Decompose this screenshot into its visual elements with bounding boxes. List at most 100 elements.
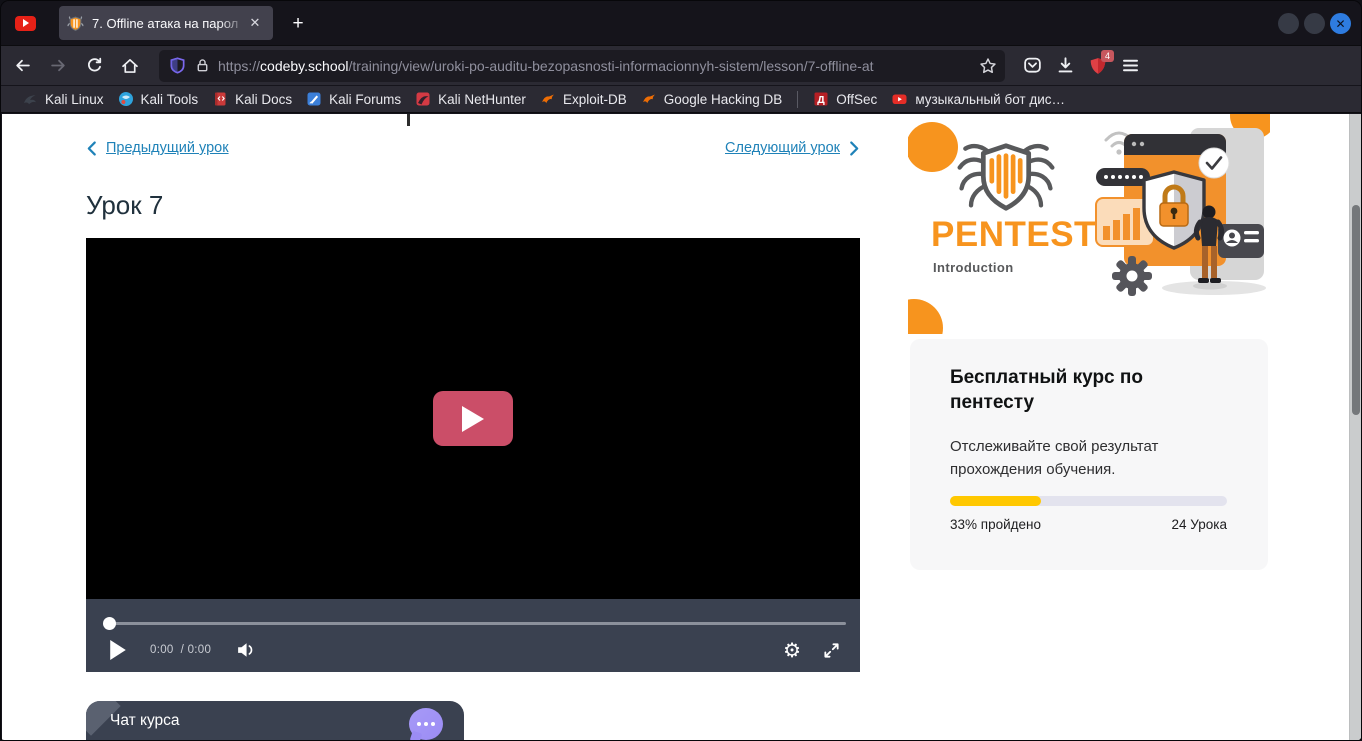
current-time: 0:00 xyxy=(150,644,174,656)
bookmark-label: Kali NetHunter xyxy=(438,92,526,107)
bookmark-label: Exploit-DB xyxy=(563,92,627,107)
new-tab-button[interactable]: + xyxy=(285,11,311,37)
reload-button[interactable] xyxy=(79,51,109,81)
video-controls: 0:00 / 0:00 ⚙ xyxy=(86,599,860,672)
chat-dots-icon xyxy=(417,722,435,726)
kali-forums-icon xyxy=(306,91,322,107)
play-icon xyxy=(461,405,485,433)
kali-nethunter-icon xyxy=(415,91,431,107)
next-lesson-link[interactable]: Следующий урок xyxy=(725,140,860,156)
previous-lesson-link[interactable]: Предыдущий урок xyxy=(86,140,229,156)
back-button[interactable] xyxy=(7,51,37,81)
big-play-button[interactable] xyxy=(433,391,513,446)
course-chat-widget[interactable]: Чат курса xyxy=(86,701,464,741)
seek-bar[interactable] xyxy=(104,622,846,625)
course-banner-illustration xyxy=(1094,116,1270,308)
bookmark-label: Kali Docs xyxy=(235,92,292,107)
bookmark-label: Google Hacking DB xyxy=(664,92,783,107)
url-bar[interactable]: https://codeby.school/training/view/urok… xyxy=(159,50,1005,82)
window-controls: ✕ xyxy=(1278,13,1351,34)
settings-button[interactable]: ⚙ xyxy=(783,638,801,662)
progress-stats: 33% пройдено 24 Урока xyxy=(950,517,1227,532)
svg-text:Д: Д xyxy=(818,94,826,106)
kali-tools-icon xyxy=(118,91,134,107)
bookmark-kali-tools[interactable]: Kali Tools xyxy=(111,89,206,109)
active-tab[interactable]: 7. Offline атака на парол ✕ xyxy=(59,6,273,40)
youtube-icon xyxy=(891,91,908,107)
play-button[interactable] xyxy=(110,640,126,660)
bookmark-kali-linux[interactable]: Kali Linux xyxy=(15,89,111,109)
tracking-protection-shield-icon[interactable] xyxy=(169,57,186,74)
clipped-page-heading-fragment xyxy=(407,114,410,126)
play-icon xyxy=(110,640,126,660)
lesson-title: Урок 7 xyxy=(86,190,163,221)
downloads-icon[interactable] xyxy=(1056,56,1075,75)
lessons-count-label: 24 Урока xyxy=(1172,517,1227,532)
toolbar-right-icons: 4 xyxy=(1023,56,1140,75)
volume-icon xyxy=(237,642,255,658)
course-card-description: Отслеживайте свой результат прохождения … xyxy=(950,435,1235,481)
bookmark-google-hacking-db[interactable]: Google Hacking DB xyxy=(634,89,790,109)
bookmark-music-bot[interactable]: музыкальный бот дис… xyxy=(884,89,1072,109)
bookmark-label: OffSec xyxy=(836,92,877,107)
kali-docs-icon xyxy=(212,91,228,107)
bookmark-offsec[interactable]: Д OffSec xyxy=(806,89,884,109)
video-screen[interactable] xyxy=(86,238,860,599)
bookmarks-toolbar: Kali Linux Kali Tools Kali Docs Kali For… xyxy=(1,86,1361,113)
progress-percent-label: 33% пройдено xyxy=(950,517,1041,532)
google-hacking-db-bird-icon xyxy=(641,91,657,107)
chevron-left-icon xyxy=(86,141,97,156)
previous-lesson-label: Предыдущий урок xyxy=(106,140,229,156)
tab-close-icon[interactable]: ✕ xyxy=(245,13,265,33)
next-lesson-label: Следующий урок xyxy=(725,140,840,156)
chat-title: Чат курса xyxy=(110,712,180,730)
volume-button[interactable] xyxy=(237,642,255,658)
bookmark-exploit-db[interactable]: Exploit-DB xyxy=(533,89,634,109)
progress-bar-fill xyxy=(950,496,1041,506)
chevron-right-icon xyxy=(849,141,860,156)
url-fade xyxy=(929,53,969,79)
banner-subtitle-text: Introduction xyxy=(933,260,1014,275)
tab-title-fade xyxy=(219,10,247,36)
pentest-bug-shield-logo xyxy=(954,142,1058,212)
banner-decor-circle xyxy=(908,299,943,334)
offsec-icon: Д xyxy=(813,91,829,107)
bookmark-label: Kali Tools xyxy=(141,92,199,107)
fullscreen-button[interactable] xyxy=(823,642,840,659)
codeby-favicon-icon xyxy=(67,15,84,32)
chat-bubble-icon[interactable] xyxy=(409,708,443,740)
play-icon xyxy=(23,19,29,27)
bookmark-kali-forums[interactable]: Kali Forums xyxy=(299,89,408,109)
fullscreen-icon xyxy=(823,642,840,659)
maximize-button[interactable] xyxy=(1304,13,1325,34)
url-text: https://codeby.school/training/view/urok… xyxy=(218,58,958,74)
video-controls-row: 0:00 / 0:00 ⚙ xyxy=(86,628,860,672)
gear-icon: ⚙ xyxy=(783,638,801,662)
course-banner[interactable]: PENTEST Introduction xyxy=(908,114,1270,334)
bookmark-kali-docs[interactable]: Kali Docs xyxy=(205,89,299,109)
bookmarks-separator xyxy=(797,91,798,108)
extension-button[interactable]: 4 xyxy=(1089,57,1107,75)
bookmark-label: музыкальный бот дис… xyxy=(915,92,1065,107)
bookmark-star-icon[interactable] xyxy=(979,57,997,75)
minimize-button[interactable] xyxy=(1278,13,1299,34)
page-scrollbar-track[interactable] xyxy=(1349,114,1362,741)
home-button[interactable] xyxy=(115,51,145,81)
forward-button[interactable] xyxy=(43,51,73,81)
lock-icon[interactable] xyxy=(195,58,210,73)
tab-bar: 7. Offline атака на парол ✕ + ✕ xyxy=(1,1,1361,45)
progress-bar xyxy=(950,496,1227,506)
bookmark-label: Kali Forums xyxy=(329,92,401,107)
banner-decor-circle xyxy=(908,122,958,172)
close-window-button[interactable]: ✕ xyxy=(1330,13,1351,34)
exploit-db-bird-icon xyxy=(540,91,556,107)
menu-hamburger-icon[interactable] xyxy=(1121,56,1140,75)
bookmark-kali-nethunter[interactable]: Kali NetHunter xyxy=(408,89,533,109)
gear-shape xyxy=(1112,256,1152,296)
pocket-icon[interactable] xyxy=(1023,56,1042,75)
youtube-pinned-tab-icon[interactable] xyxy=(15,16,36,31)
kali-dragon-icon xyxy=(22,91,38,107)
browser-window: 7. Offline атака на парол ✕ + ✕ xyxy=(0,0,1362,741)
page-scrollbar-thumb[interactable] xyxy=(1352,205,1360,415)
time-display: 0:00 / 0:00 xyxy=(150,644,211,656)
